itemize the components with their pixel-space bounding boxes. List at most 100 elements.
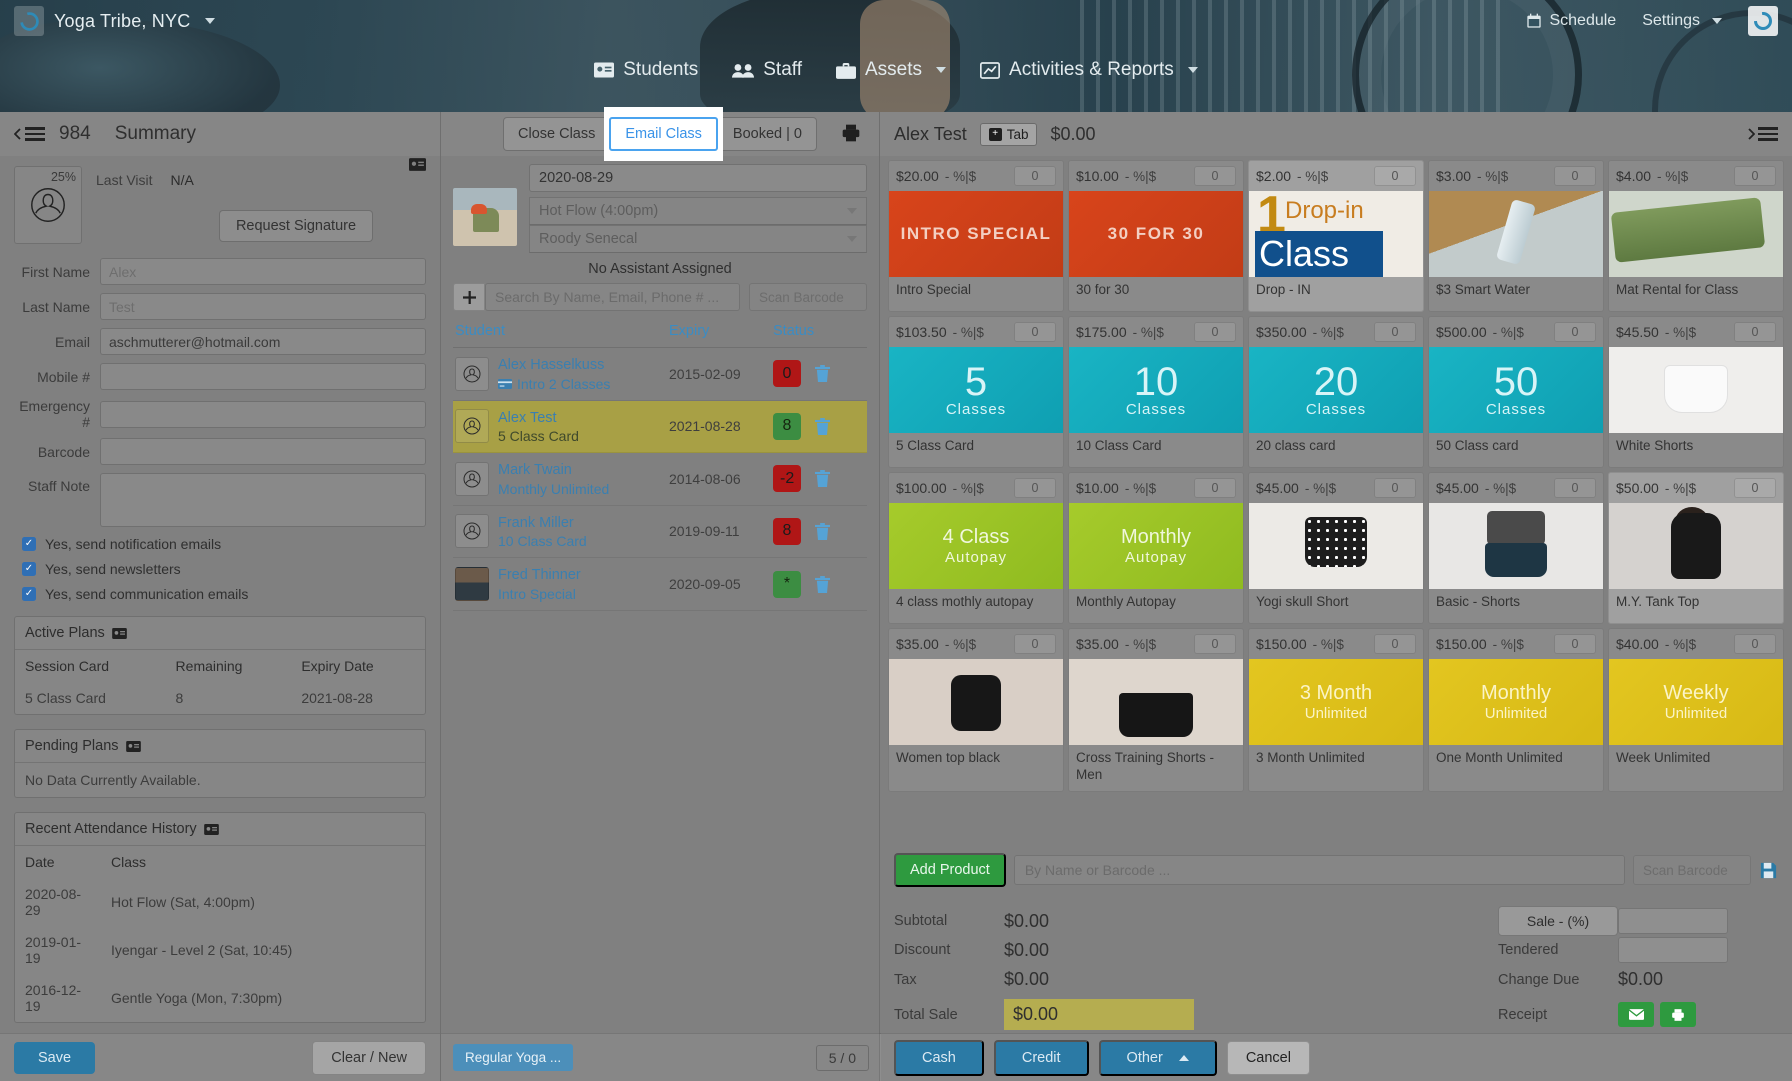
student-name[interactable]: Fred Thinner bbox=[498, 566, 669, 586]
product-tile[interactable]: $2.00 - %|$ 0 1 Drop-in Class Drop - IN bbox=[1248, 160, 1424, 312]
quantity-input[interactable]: 0 bbox=[1014, 322, 1056, 342]
product-tile[interactable]: $50.00 - %|$ 0 M.Y. Tank Top bbox=[1608, 472, 1784, 624]
discount-toggle[interactable]: - %|$ bbox=[953, 325, 984, 340]
credit-button[interactable]: Credit bbox=[993, 1039, 1089, 1076]
product-tile[interactable]: $35.00 - %|$ 0 Women top black bbox=[888, 628, 1064, 792]
barcode-input[interactable] bbox=[100, 438, 426, 465]
quantity-input[interactable]: 0 bbox=[1194, 634, 1236, 654]
save-button[interactable]: Save bbox=[14, 1041, 96, 1074]
quantity-input[interactable]: 0 bbox=[1374, 322, 1416, 342]
discount-toggle[interactable]: - %|$ bbox=[1125, 169, 1156, 184]
product-tile[interactable]: $175.00 - %|$ 0 10 Classes 10 Class Card bbox=[1068, 316, 1244, 468]
envelope-icon[interactable] bbox=[1618, 1002, 1654, 1027]
discount-toggle[interactable]: - %|$ bbox=[1125, 481, 1156, 496]
save-disk-icon[interactable] bbox=[1759, 861, 1778, 880]
discount-toggle[interactable]: - %|$ bbox=[1313, 325, 1344, 340]
table-row[interactable]: Alex Test 5 Class Card 2021-08-28 8 bbox=[453, 400, 867, 454]
search-input[interactable]: Search By Name, Email, Phone # ... bbox=[485, 283, 740, 311]
quantity-input[interactable]: 0 bbox=[1194, 478, 1236, 498]
student-name[interactable]: Alex Test bbox=[498, 409, 669, 429]
add-tab-button[interactable]: + Tab bbox=[979, 122, 1038, 146]
schedule-link[interactable]: Schedule bbox=[1526, 12, 1616, 30]
cancel-button[interactable]: Cancel bbox=[1226, 1040, 1310, 1075]
product-tile[interactable]: $100.00 - %|$ 0 4 Class Autopay 4 class … bbox=[888, 472, 1064, 624]
sale-percent-input[interactable] bbox=[1618, 908, 1728, 934]
quantity-input[interactable]: 0 bbox=[1734, 166, 1776, 186]
first-name-input[interactable]: Alex bbox=[100, 258, 426, 285]
student-name[interactable]: Frank Miller bbox=[498, 514, 669, 534]
table-row[interactable]: Fred Thinner Intro Special 2020-09-05 * bbox=[453, 558, 867, 611]
scan-barcode-input[interactable]: Scan Barcode bbox=[1633, 855, 1751, 885]
booked-button[interactable]: Booked | 0 bbox=[717, 117, 817, 151]
quantity-input[interactable]: 0 bbox=[1014, 166, 1056, 186]
checkbox-newsletters[interactable]: ✓ Yes, send newsletters bbox=[22, 561, 426, 577]
quantity-input[interactable]: 0 bbox=[1554, 166, 1596, 186]
product-tile[interactable]: $10.00 - %|$ 0 Monthly Autopay Monthly A… bbox=[1068, 472, 1244, 624]
quantity-input[interactable]: 0 bbox=[1734, 478, 1776, 498]
add-student-button[interactable] bbox=[453, 283, 485, 311]
product-tile[interactable]: $350.00 - %|$ 0 20 Classes 20 class card bbox=[1248, 316, 1424, 468]
product-tile[interactable]: $103.50 - %|$ 0 5 Classes 5 Class Card bbox=[888, 316, 1064, 468]
email-class-button[interactable]: Email Class bbox=[609, 117, 718, 151]
nav-activities-reports[interactable]: Activities & Reports bbox=[980, 59, 1198, 81]
nav-staff[interactable]: Staff bbox=[732, 59, 802, 81]
table-row[interactable]: Alex Hasselkuss Intro 2 Classes 2015-02-… bbox=[453, 348, 867, 401]
class-date-input[interactable]: 2020-08-29 bbox=[529, 164, 867, 192]
quantity-input[interactable]: 0 bbox=[1554, 478, 1596, 498]
student-name[interactable]: Alex Hasselkuss bbox=[498, 356, 669, 376]
column-header-expiry[interactable]: Expiry bbox=[669, 323, 773, 339]
status-badge[interactable]: * bbox=[773, 570, 801, 598]
quantity-input[interactable]: 0 bbox=[1014, 478, 1056, 498]
product-tile[interactable]: $40.00 - %|$ 0 Weekly Unlimited Week Unl… bbox=[1608, 628, 1784, 792]
discount-toggle[interactable]: - %|$ bbox=[1305, 481, 1336, 496]
discount-toggle[interactable]: - %|$ bbox=[945, 169, 976, 184]
discount-toggle[interactable]: - %|$ bbox=[1477, 169, 1508, 184]
discount-toggle[interactable]: - %|$ bbox=[1313, 637, 1344, 652]
request-signature-button[interactable]: Request Signature bbox=[218, 210, 374, 242]
product-tile[interactable]: $4.00 - %|$ 0 Mat Rental for Class bbox=[1608, 160, 1784, 312]
status-badge[interactable]: 8 bbox=[773, 517, 801, 545]
close-class-button[interactable]: Close Class bbox=[503, 117, 610, 151]
instructor-select[interactable]: Roody Senecal bbox=[529, 225, 867, 253]
settings-menu[interactable]: Settings bbox=[1642, 12, 1722, 30]
product-tile[interactable]: $150.00 - %|$ 0 Monthly Unlimited One Mo… bbox=[1428, 628, 1604, 792]
collapse-menu-icon[interactable] bbox=[14, 127, 45, 141]
quantity-input[interactable]: 0 bbox=[1374, 634, 1416, 654]
discount-toggle[interactable]: - %|$ bbox=[1665, 637, 1696, 652]
trash-icon[interactable] bbox=[815, 417, 830, 435]
account-logo-icon[interactable] bbox=[1748, 6, 1778, 36]
other-payment-button[interactable]: Other bbox=[1098, 1039, 1217, 1076]
discount-toggle[interactable]: - %|$ bbox=[1665, 325, 1696, 340]
table-row[interactable]: Frank Miller 10 Class Card 2019-09-11 8 bbox=[453, 506, 867, 559]
scan-barcode-input[interactable]: Scan Barcode bbox=[749, 283, 867, 311]
product-tile[interactable]: $35.00 - %|$ 0 Cross Training Shorts - M… bbox=[1068, 628, 1244, 792]
printer-icon[interactable] bbox=[1660, 1002, 1696, 1027]
class-tag-button[interactable]: Regular Yoga ... bbox=[453, 1044, 574, 1071]
clear-new-button[interactable]: Clear / New bbox=[312, 1040, 426, 1075]
checkbox-communication-emails[interactable]: ✓ Yes, send communication emails bbox=[22, 586, 426, 602]
product-tile[interactable]: $150.00 - %|$ 0 3 Month Unlimited 3 Mont… bbox=[1248, 628, 1424, 792]
discount-toggle[interactable]: - %|$ bbox=[953, 481, 984, 496]
status-badge[interactable]: 8 bbox=[773, 412, 801, 440]
table-row[interactable]: Mark Twain Monthly Unlimited 2014-08-06 … bbox=[453, 453, 867, 506]
quantity-input[interactable]: 0 bbox=[1734, 322, 1776, 342]
table-row[interactable]: 2019-01-19 Iyengar - Level 2 (Sat, 10:45… bbox=[15, 926, 425, 974]
staff-note-textarea[interactable] bbox=[100, 473, 426, 527]
table-row[interactable]: 2016-12-19 Gentle Yoga (Mon, 7:30pm) bbox=[15, 974, 425, 1022]
quantity-input[interactable]: 0 bbox=[1374, 478, 1416, 498]
trash-icon[interactable] bbox=[815, 523, 830, 540]
product-tile[interactable]: $500.00 - %|$ 0 50 Classes 50 Class card bbox=[1428, 316, 1604, 468]
brand-menu[interactable]: Yoga Tribe, NYC bbox=[0, 6, 216, 36]
column-header-student[interactable]: Student bbox=[455, 323, 669, 339]
discount-toggle[interactable]: - %|$ bbox=[1133, 325, 1164, 340]
trash-icon[interactable] bbox=[815, 470, 831, 488]
nav-assets[interactable]: Assets bbox=[835, 59, 947, 81]
mobile-input[interactable] bbox=[100, 363, 426, 390]
quantity-input[interactable]: 0 bbox=[1194, 322, 1236, 342]
product-tile[interactable]: $45.00 - %|$ 0 Yogi skull Short bbox=[1248, 472, 1424, 624]
class-name-select[interactable]: Hot Flow (4:00pm) bbox=[529, 197, 867, 225]
sale-percent-button[interactable]: Sale - (%) bbox=[1498, 906, 1618, 936]
product-tile[interactable]: $3.00 - %|$ 0 $3 Smart Water bbox=[1428, 160, 1604, 312]
quantity-input[interactable]: 0 bbox=[1554, 634, 1596, 654]
product-tile[interactable]: $45.50 - %|$ 0 White Shorts bbox=[1608, 316, 1784, 468]
